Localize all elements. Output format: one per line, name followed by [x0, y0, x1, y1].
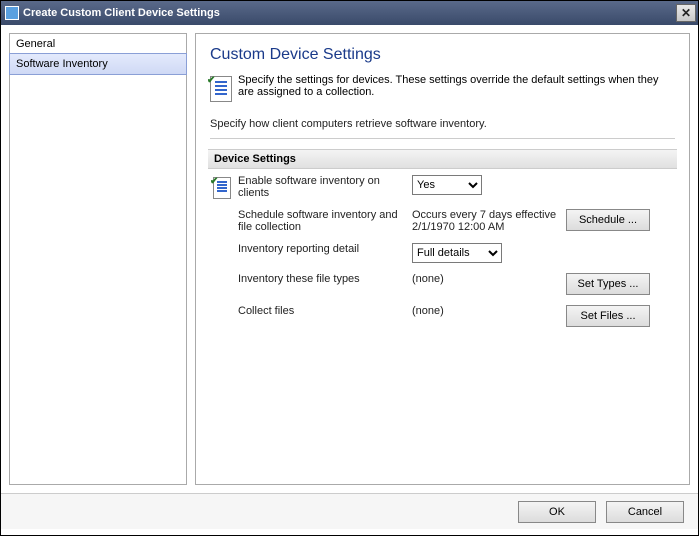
window-title: Create Custom Client Device Settings	[23, 7, 220, 19]
page-description: Specify the settings for devices. These …	[238, 74, 675, 98]
dialog-button-bar: OK Cancel	[1, 493, 698, 529]
collectfiles-value: (none)	[412, 305, 562, 317]
ok-button[interactable]: OK	[518, 501, 596, 523]
nav-panel: General Software Inventory	[9, 33, 187, 485]
page-subdescription: Specify how client computers retrieve so…	[210, 118, 675, 130]
collectfiles-label: Collect files	[238, 305, 408, 317]
filetypes-value: (none)	[412, 273, 562, 285]
close-button[interactable]: ✕	[676, 4, 696, 22]
page-heading: Custom Device Settings	[210, 46, 675, 64]
nav-item-label: Software Inventory	[16, 58, 108, 70]
nav-item-label: General	[16, 38, 55, 50]
filetypes-label: Inventory these file types	[238, 273, 408, 285]
set-files-button[interactable]: Set Files ...	[566, 305, 650, 327]
schedule-value: Occurs every 7 days effective 2/1/1970 1…	[412, 209, 562, 233]
nav-item-software-inventory[interactable]: Software Inventory	[9, 53, 187, 75]
divider	[210, 138, 675, 139]
enable-select[interactable]: Yes No	[412, 175, 482, 195]
enable-label: Enable software inventory on clients	[238, 175, 408, 199]
title-bar: Create Custom Client Device Settings ✕	[1, 1, 698, 25]
schedule-label: Schedule software inventory and file col…	[238, 209, 408, 233]
section-title: Device Settings	[208, 149, 677, 169]
close-icon: ✕	[681, 6, 691, 20]
checklist-icon: ✔	[213, 177, 231, 199]
cancel-button[interactable]: Cancel	[606, 501, 684, 523]
reporting-select[interactable]: Full details	[412, 243, 502, 263]
schedule-button[interactable]: Schedule ...	[566, 209, 650, 231]
reporting-label: Inventory reporting detail	[238, 243, 408, 255]
content-panel: Custom Device Settings ✔ Specify the set…	[195, 33, 690, 485]
nav-item-general[interactable]: General	[10, 34, 186, 54]
app-icon	[5, 6, 19, 20]
settings-icon: ✔	[210, 76, 232, 102]
set-types-button[interactable]: Set Types ...	[566, 273, 650, 295]
